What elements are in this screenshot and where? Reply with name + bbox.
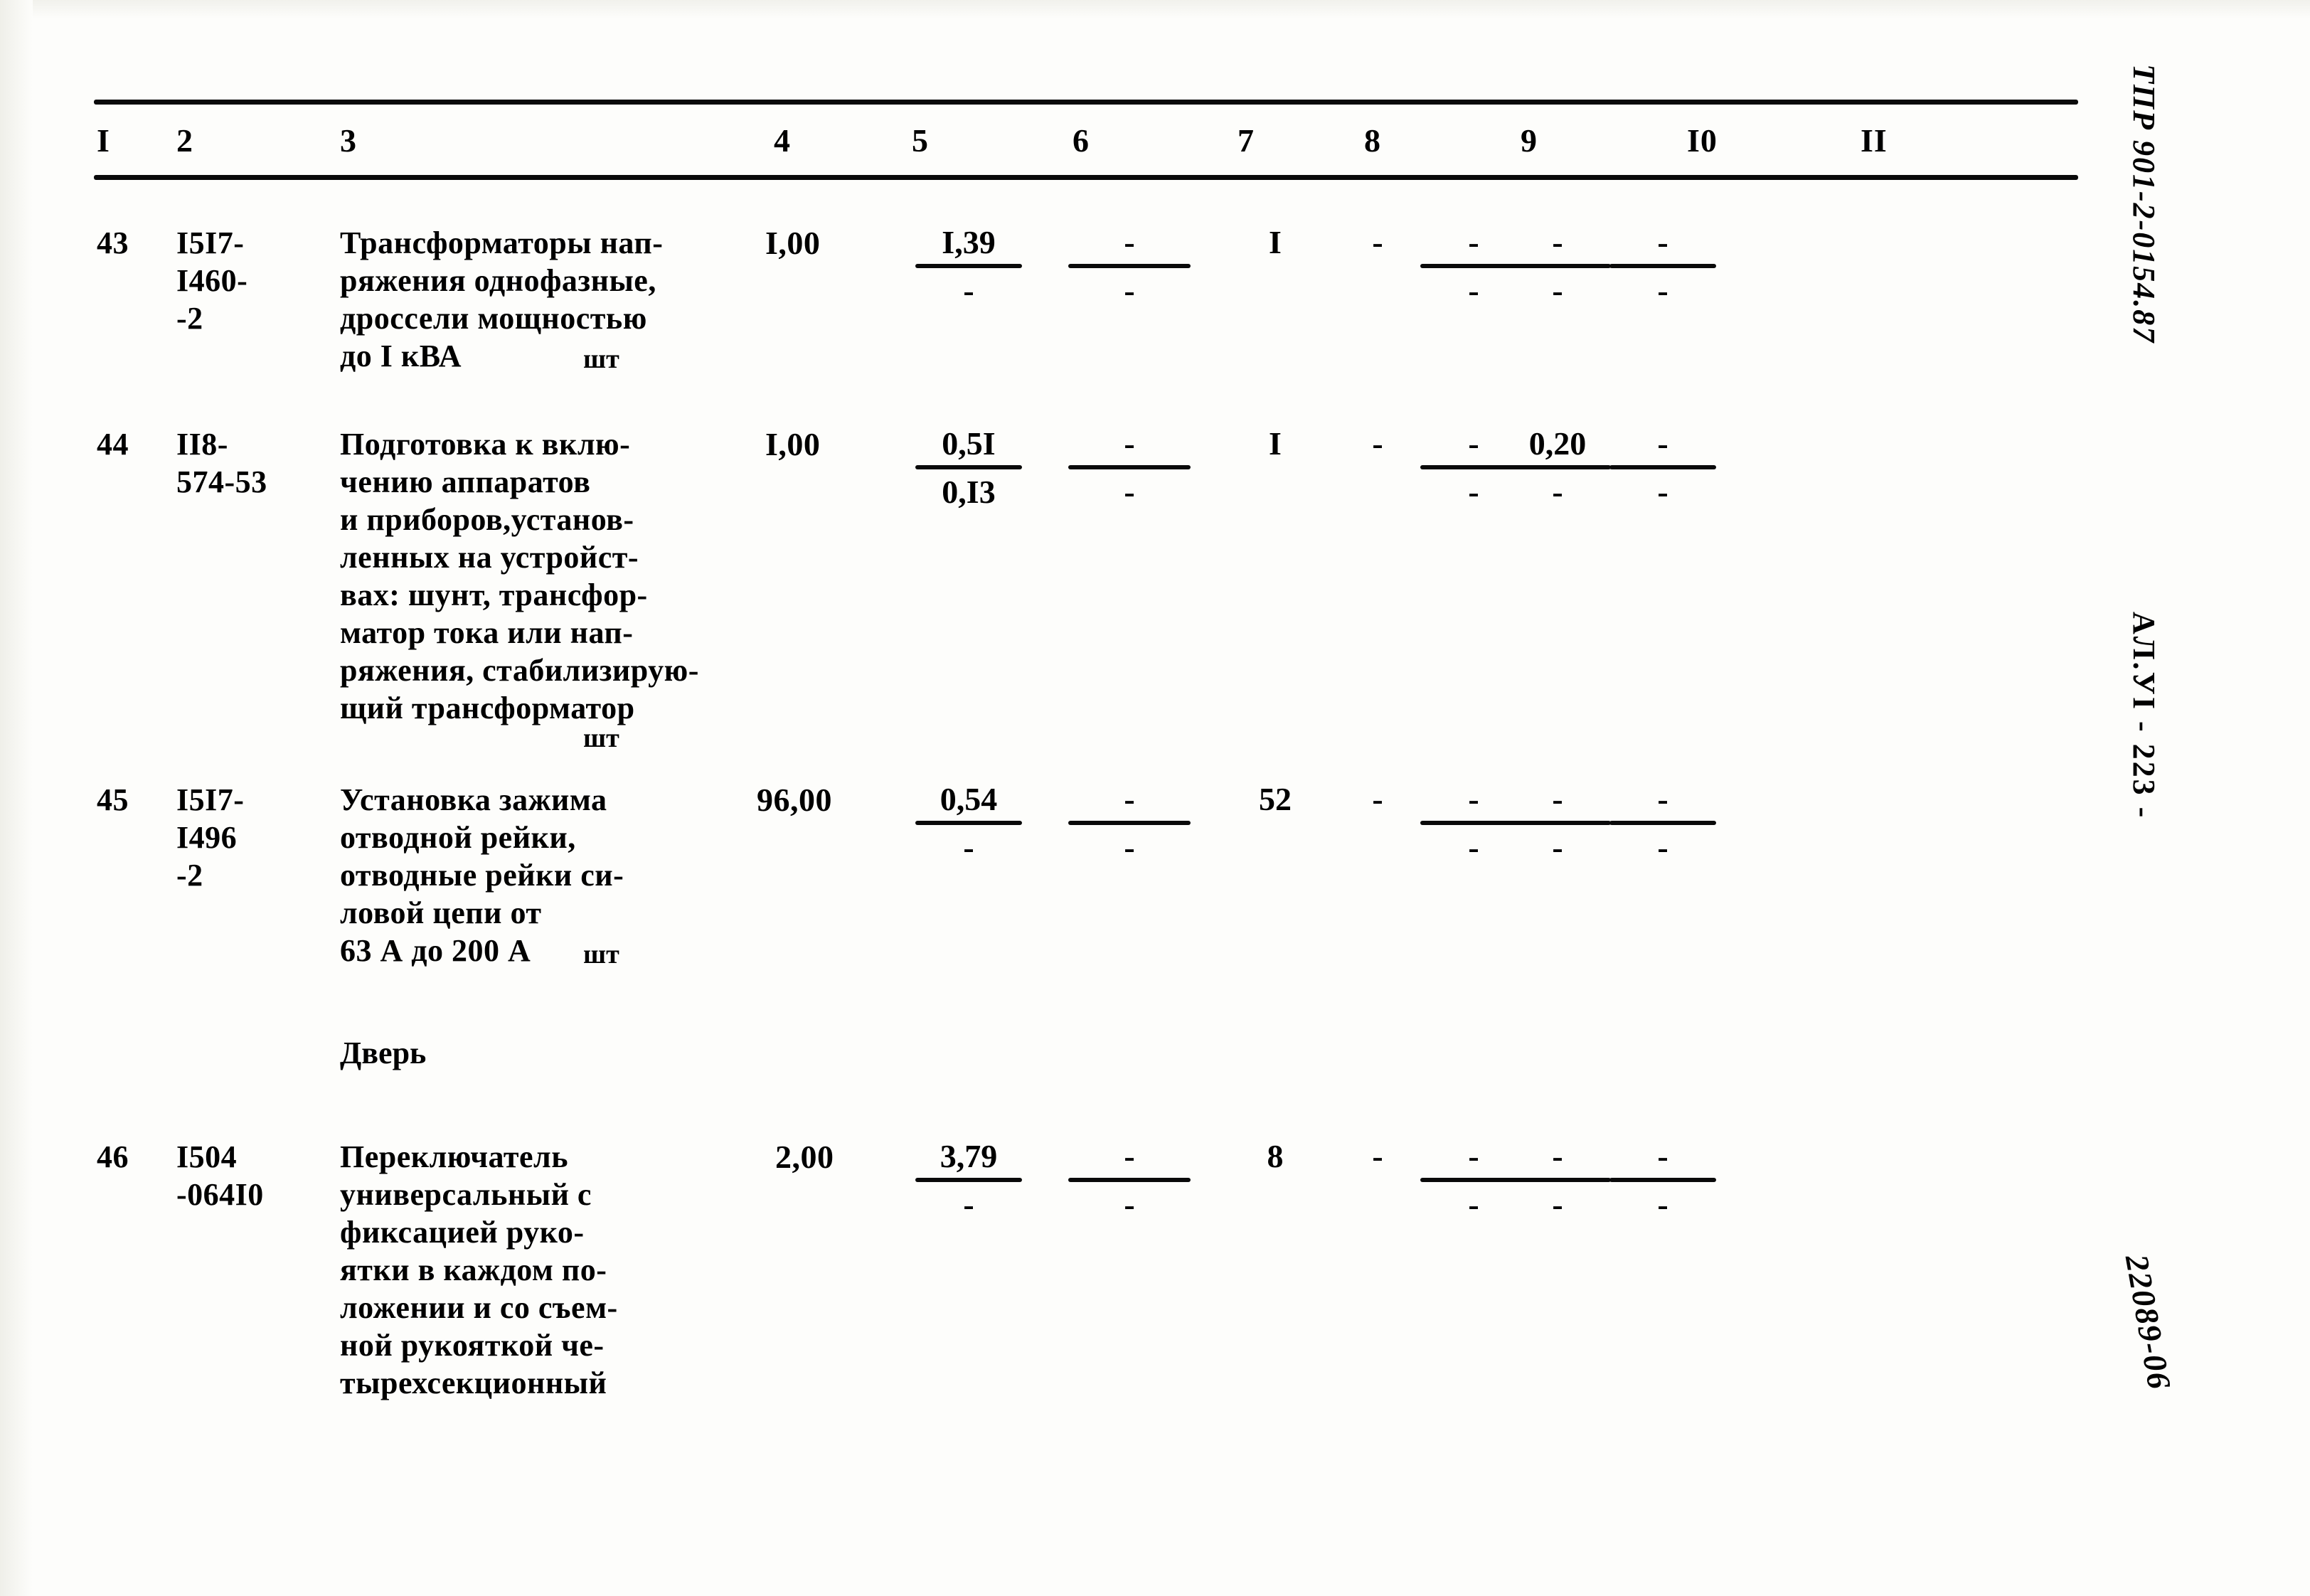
- table-rule-bottom: [94, 175, 2078, 180]
- row-description: Установка зажима отводной рейки, отводны…: [340, 782, 624, 968]
- row-code: I5I7- I460- -2: [176, 225, 248, 336]
- column-header-3: 3: [340, 122, 357, 159]
- row-col7: I: [1269, 425, 1282, 462]
- table-rule-top: [94, 100, 2078, 105]
- row-col6-bot: -: [1124, 272, 1135, 309]
- row-col5-bar: [915, 1178, 1022, 1182]
- row-index: 46: [97, 1139, 129, 1174]
- column-header-5: 5: [912, 122, 929, 159]
- row-col6-bar: [1068, 264, 1191, 268]
- row-col7: I: [1269, 224, 1282, 260]
- column-header-6: 6: [1072, 122, 1090, 159]
- row-col6-bar: [1068, 821, 1191, 825]
- row-col6-top: -: [1124, 1138, 1135, 1174]
- row-col7: 52: [1259, 781, 1292, 817]
- row-col11-bar: [1609, 1178, 1716, 1182]
- row-index: 44: [97, 427, 129, 462]
- row-col5-top: 0,54: [940, 781, 998, 817]
- column-header-11: II: [1861, 122, 1888, 159]
- row-col11-bar: [1609, 465, 1716, 469]
- side-sheet-number: АЛ.УI - 223 -: [2127, 612, 2161, 820]
- column-header-8: 8: [1364, 122, 1381, 159]
- row-col6-top: -: [1124, 781, 1135, 817]
- row-col11-top: -: [1657, 425, 1668, 462]
- scan-edge-top: [0, 0, 2310, 18]
- row-col5-bar: [915, 821, 1022, 825]
- row-col5-top: I,39: [942, 224, 996, 260]
- row-col11-top: -: [1657, 224, 1668, 260]
- row-col6-bar: [1068, 465, 1191, 469]
- column-header-10: I0: [1687, 122, 1718, 159]
- row-description: Подготовка к вклю- чению аппаратов и при…: [340, 427, 699, 725]
- row-col5-bot: -: [963, 1186, 974, 1223]
- row-description: Трансформаторы нап- ряжения однофазные, …: [340, 225, 664, 373]
- row-col5: 3,79 -: [898, 1138, 1040, 1223]
- row-col5-bot: -: [963, 829, 974, 866]
- row-col6-bot: -: [1124, 829, 1135, 866]
- row-col5-bar: [915, 264, 1022, 268]
- row-col11: - -: [1592, 781, 1734, 866]
- row-code: I504 -064I0: [176, 1139, 264, 1212]
- row-col11-bar: [1609, 264, 1716, 268]
- row-col11-bar: [1609, 821, 1716, 825]
- column-header-2: 2: [176, 122, 193, 159]
- row-col5-top: 3,79: [940, 1138, 998, 1174]
- table-header-row: I 2 3 4 5 6 7 8 9 I0 II: [0, 119, 2134, 169]
- row-col5-bot: -: [963, 272, 974, 309]
- row-col7: 8: [1267, 1138, 1284, 1174]
- row-col6: - -: [1058, 1138, 1201, 1223]
- row-unit: шт: [583, 723, 619, 753]
- scanned-page: I 2 3 4 5 6 7 8 9 I0 II 43 I5I7- I460- -…: [0, 0, 2310, 1596]
- row-col11-bot: -: [1657, 272, 1668, 309]
- row-col11-bot: -: [1657, 474, 1668, 510]
- row-index: 45: [97, 782, 129, 817]
- handwritten-note: 22089-06: [2118, 1252, 2178, 1393]
- row-quantity: 2,00: [775, 1139, 834, 1175]
- row-col6-bot: -: [1124, 474, 1135, 510]
- row-col11-bot: -: [1657, 1186, 1668, 1223]
- row-col5: I,39 -: [898, 224, 1040, 309]
- row-col5: 0,5I 0,I3: [898, 425, 1040, 511]
- column-header-4: 4: [774, 122, 791, 159]
- row-col11: - -: [1592, 1138, 1734, 1223]
- row-col11-bot: -: [1657, 829, 1668, 866]
- row-quantity: 96,00: [757, 782, 832, 818]
- scan-edge-left: [0, 0, 33, 1596]
- row-col6-top: -: [1124, 425, 1135, 462]
- row-col11-top: -: [1657, 781, 1668, 817]
- row-col6: - -: [1058, 224, 1201, 309]
- row-quantity: I,00: [765, 225, 821, 261]
- side-document-code: ТПР 901-2-0154.87: [2127, 64, 2161, 344]
- row-col11: - -: [1592, 224, 1734, 309]
- column-header-1: I: [97, 122, 110, 159]
- row-col6-bar: [1068, 1178, 1191, 1182]
- section-label-dver: Дверь: [340, 1036, 427, 1070]
- column-header-9: 9: [1521, 122, 1538, 159]
- row-col11-top: -: [1657, 1138, 1668, 1174]
- row-col11: - -: [1592, 425, 1734, 511]
- row-unit: шт: [583, 344, 619, 374]
- row-quantity: I,00: [765, 426, 821, 462]
- row-col6: - -: [1058, 425, 1201, 511]
- row-code: II8- 574-53: [176, 427, 267, 499]
- row-col6-top: -: [1124, 224, 1135, 260]
- row-col5-bot: 0,I3: [942, 474, 996, 510]
- row-col6-bot: -: [1124, 1186, 1135, 1223]
- row-unit: шт: [583, 940, 619, 969]
- row-col6: - -: [1058, 781, 1201, 866]
- row-description: Переключатель универсальный с фиксацией …: [340, 1139, 618, 1400]
- row-col5-top: 0,5I: [942, 425, 996, 462]
- row-col5: 0,54 -: [898, 781, 1040, 866]
- column-header-7: 7: [1238, 122, 1255, 159]
- row-index: 43: [97, 225, 129, 260]
- row-code: I5I7- I496 -2: [176, 782, 245, 893]
- row-col5-bar: [915, 465, 1022, 469]
